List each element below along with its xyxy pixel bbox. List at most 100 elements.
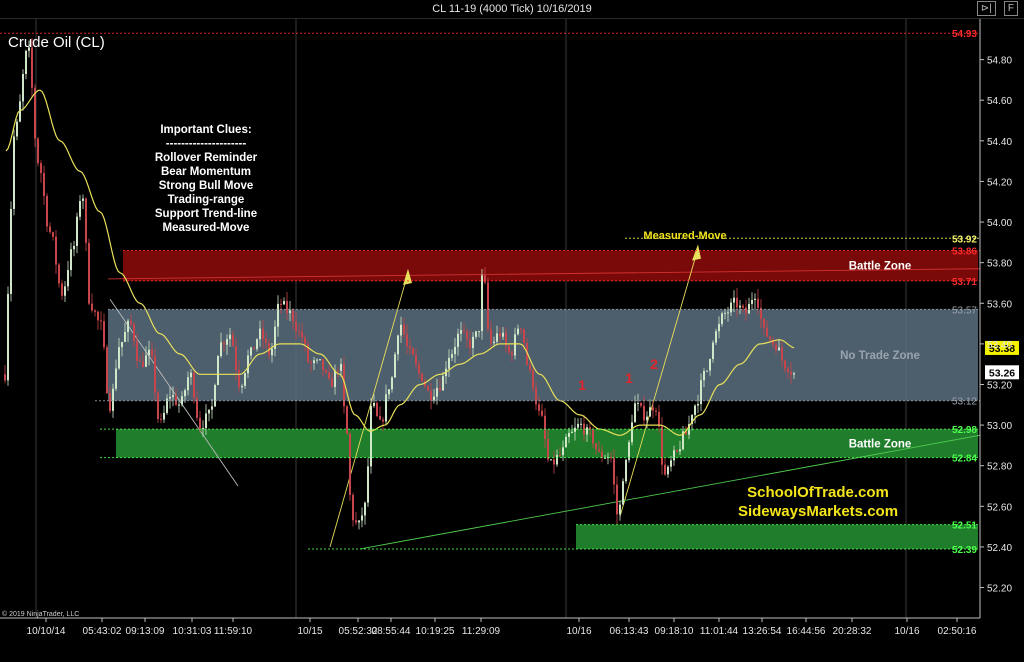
candle-body xyxy=(169,396,171,399)
candle-body xyxy=(727,312,729,314)
candle-body xyxy=(355,520,357,523)
candle-body xyxy=(10,208,12,294)
candle-body xyxy=(130,320,132,324)
candle-body xyxy=(103,321,105,348)
candle-body xyxy=(118,347,120,369)
candle-body xyxy=(145,355,147,367)
candle-body xyxy=(790,371,792,375)
candle-body xyxy=(199,417,201,429)
candle-body xyxy=(178,404,180,406)
candle-body xyxy=(94,310,96,312)
candle-body xyxy=(778,347,780,351)
candle-body xyxy=(34,87,36,139)
x-tick-label: 10:31:03 xyxy=(173,626,212,637)
candle-body xyxy=(649,407,651,417)
candle-body xyxy=(562,447,564,456)
candle-body xyxy=(481,275,483,332)
candle-body xyxy=(190,372,192,378)
candle-body xyxy=(511,352,513,356)
candle-body xyxy=(91,303,93,311)
clue-item: Rollover Reminder xyxy=(155,152,258,164)
y-tick-label: 54.20 xyxy=(987,177,1012,188)
candle-body xyxy=(418,364,420,374)
candle-body xyxy=(403,324,405,335)
candle-body xyxy=(670,460,672,467)
candle-body xyxy=(88,242,90,304)
price-level-label: 53.92 xyxy=(952,234,977,245)
candle-body xyxy=(148,349,150,356)
candle-body xyxy=(112,388,114,411)
chart-window: CL 11-19 (4000 Tick) 10/16/2019 ⊳| F Bat… xyxy=(0,0,1024,662)
candle-body xyxy=(640,403,642,406)
candle-body xyxy=(694,405,696,415)
candle-body xyxy=(133,323,135,342)
candle-body xyxy=(100,320,102,322)
site-text: SchoolOfTrade.com xyxy=(747,484,889,501)
candle-body xyxy=(730,302,732,313)
candle-body xyxy=(751,299,753,304)
candle-body xyxy=(472,336,474,348)
candle-body xyxy=(202,428,204,430)
x-tick-label: 02:50:16 xyxy=(938,626,977,637)
candle-body xyxy=(76,216,78,246)
site-text: SidewaysMarkets.com xyxy=(738,503,898,520)
candle-body xyxy=(127,320,129,333)
candle-body xyxy=(457,333,459,347)
copyright: © 2019 NinjaTrader, LLC xyxy=(2,610,79,618)
zone-label: Battle Zone xyxy=(849,261,912,273)
x-tick-label: 08:55:44 xyxy=(372,626,411,637)
candle-body xyxy=(679,449,681,452)
candle-body xyxy=(250,347,252,356)
candle-body xyxy=(277,303,279,327)
candle-body xyxy=(319,359,321,361)
candle-body xyxy=(283,301,285,305)
candle-body xyxy=(544,415,546,439)
candle-body xyxy=(142,361,144,367)
candle-body xyxy=(634,403,636,423)
candle-body xyxy=(541,410,543,416)
candle-body xyxy=(157,392,159,419)
candle-body xyxy=(448,357,450,369)
candle-body xyxy=(328,372,330,379)
candle-body xyxy=(172,395,174,397)
candle-body xyxy=(763,318,765,328)
candle-body xyxy=(745,307,747,314)
candle-body xyxy=(514,334,516,356)
clue-item: Strong Bull Move xyxy=(159,180,254,192)
candle-body xyxy=(412,348,414,355)
candle-body xyxy=(496,333,498,342)
candle-body xyxy=(208,409,210,414)
candle-body xyxy=(22,74,24,102)
candle-body xyxy=(388,389,390,395)
candle-body xyxy=(31,47,33,88)
clue-item: Measured-Move xyxy=(163,222,250,234)
x-tick-label: 09:18:10 xyxy=(655,626,694,637)
candle-body xyxy=(16,121,18,137)
candle-body xyxy=(556,455,558,465)
candle-body xyxy=(61,283,63,296)
candle-body xyxy=(175,395,177,405)
candle-body xyxy=(559,455,561,457)
candle-body xyxy=(241,385,243,388)
candle-body xyxy=(709,359,711,371)
candle-body xyxy=(658,411,660,427)
y-tick-label: 53.00 xyxy=(987,421,1012,432)
candle-body xyxy=(613,458,615,485)
candle-body xyxy=(364,502,366,516)
candle-body xyxy=(487,282,489,330)
candle-body xyxy=(52,232,54,237)
candle-body xyxy=(310,361,312,364)
x-tick-label: 11:01:44 xyxy=(700,626,739,637)
candle-body xyxy=(292,310,294,322)
candle-body xyxy=(577,423,579,428)
candle-body xyxy=(109,393,111,411)
swing-label: 2 xyxy=(650,356,658,372)
price-chart[interactable]: Battle Zone No Trade Zone Battle Zone 54.9… xyxy=(0,0,1024,662)
candle-body xyxy=(256,339,258,350)
candle-body xyxy=(568,432,570,437)
candle-body xyxy=(358,520,360,523)
candle-body xyxy=(529,364,531,371)
candle-body xyxy=(565,436,567,448)
candle-body xyxy=(85,198,87,243)
candle-body xyxy=(499,333,501,337)
